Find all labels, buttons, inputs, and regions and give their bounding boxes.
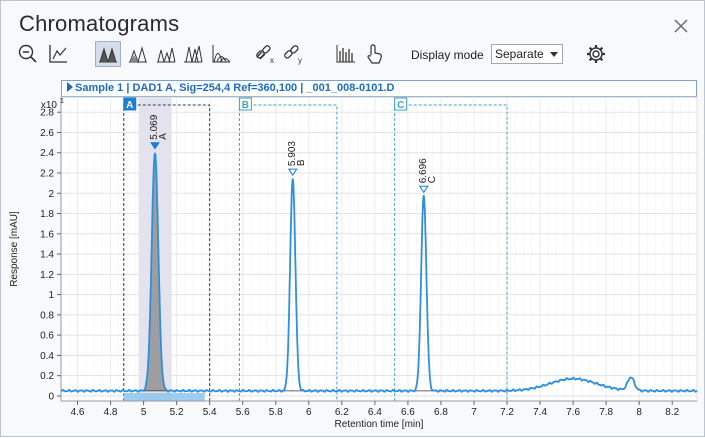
y-tick-label: 2.4: [40, 148, 54, 159]
x-tick-label: 8.2: [665, 407, 679, 418]
x-tick-label: 6.6: [401, 407, 415, 418]
x-tick-label: 5: [141, 407, 147, 418]
x-tick-label: 7.8: [599, 407, 613, 418]
x-tick-label: 7.2: [500, 407, 514, 418]
region-range-bar: [123, 393, 205, 401]
y-multiplier-exponent: 1: [60, 98, 64, 105]
y-tick-label: 0.8: [40, 310, 54, 321]
x-axis-label: Retention time [min]: [335, 419, 424, 430]
x-tick-label: 6.8: [434, 407, 448, 418]
x-tick-label: 5.2: [170, 407, 184, 418]
y-tick-label: 1: [48, 290, 54, 301]
x-tick-label: 6: [306, 407, 312, 418]
y-tick-label: 1.8: [40, 209, 54, 220]
chromatogram-chart[interactable]: A B C5.069A5.903B 6.696C4.6 4.8 5 5.2 5.4 5.6 5.8…: [1, 1, 705, 438]
y-tick-label: 0.4: [40, 351, 54, 362]
peak-name-label-B: B: [296, 159, 307, 166]
x-tick-label: 5.6: [236, 407, 250, 418]
y-tick-label: 1.6: [40, 229, 54, 240]
chromatograms-window: Chromatograms x y Display mode Separate …: [0, 0, 705, 437]
y-tick-label: 2: [48, 189, 54, 200]
region-label-A: A: [126, 100, 133, 111]
x-tick-label: 5.8: [269, 407, 283, 418]
region-label-C: C: [397, 100, 404, 111]
y-axis-label: Response [mAU]: [9, 211, 20, 287]
x-tick-label: 7: [471, 407, 477, 418]
y-tick-label: 1.4: [40, 250, 54, 261]
y-tick-label: 2.2: [40, 169, 54, 180]
x-tick-label: 4.6: [71, 407, 85, 418]
x-tick-label: 5.4: [203, 407, 217, 418]
y-tick-label: 0.6: [40, 331, 54, 342]
y-tick-label: 2.6: [40, 128, 54, 139]
y-tick-label: 1.2: [40, 270, 54, 281]
x-tick-label: 4.8: [104, 407, 118, 418]
peak-name-label-A: A: [158, 133, 169, 140]
x-tick-label: 6.4: [368, 407, 382, 418]
region-label-B: B: [242, 100, 249, 111]
x-tick-label: 8: [636, 407, 642, 418]
y-tick-label: 0.2: [40, 371, 54, 382]
x-tick-label: 7.6: [566, 407, 580, 418]
x-tick-label: 6.2: [335, 407, 349, 418]
y-tick-label: 0: [48, 391, 54, 402]
y-multiplier-label: x10: [41, 100, 58, 111]
x-tick-label: 7.4: [533, 407, 547, 418]
peak-name-label-C: C: [427, 176, 438, 183]
